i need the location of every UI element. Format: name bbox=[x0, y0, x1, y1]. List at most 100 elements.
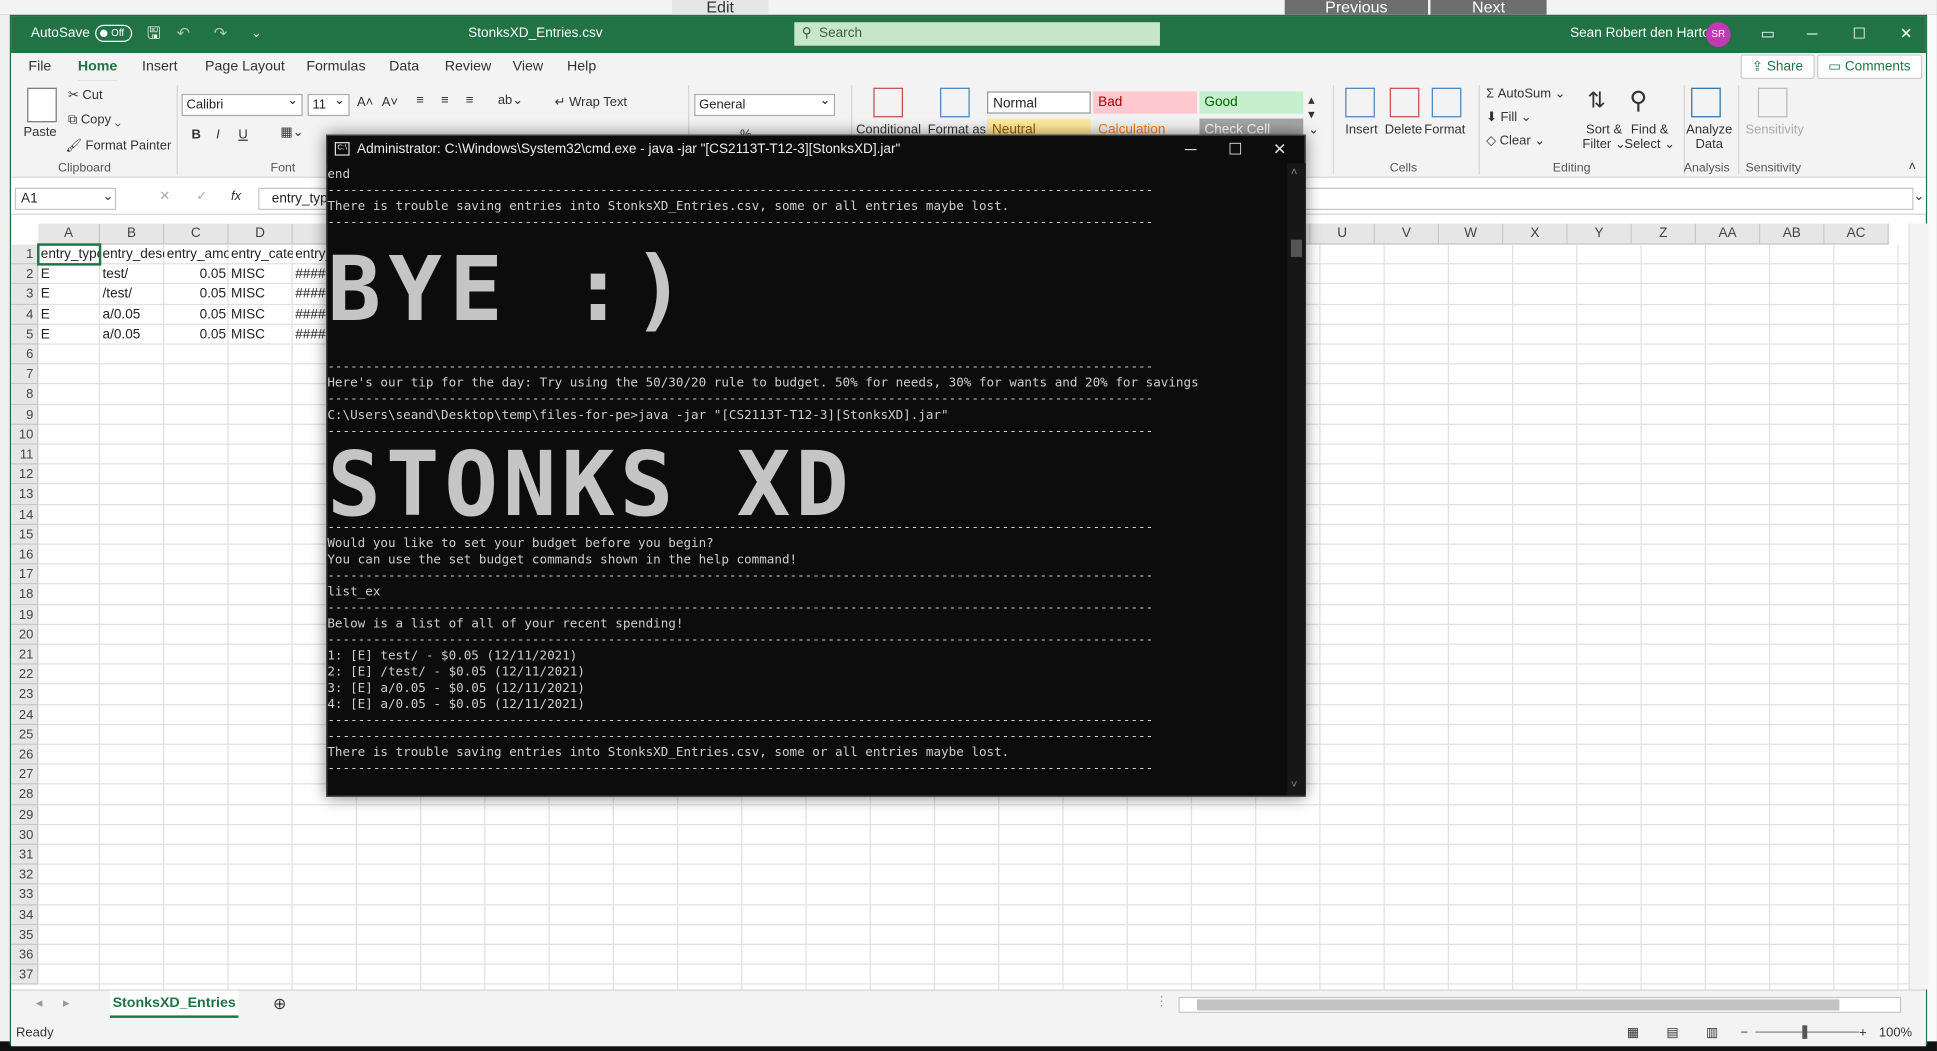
tab-page-layout[interactable]: Page Layout bbox=[205, 53, 285, 80]
customize-qat-icon[interactable]: ⌄ bbox=[251, 16, 262, 51]
tab-data[interactable]: Data bbox=[389, 53, 419, 80]
row-header-14[interactable]: 14 bbox=[11, 504, 39, 525]
cmd-scrollbar[interactable]: ˄ ˅ bbox=[1287, 163, 1306, 796]
tab-view[interactable]: View bbox=[513, 53, 544, 80]
row-header-11[interactable]: 11 bbox=[11, 444, 39, 465]
enter-icon[interactable]: ✓ bbox=[196, 189, 207, 204]
row-header-18[interactable]: 18 bbox=[11, 584, 39, 605]
normal-view-icon[interactable]: ▦ bbox=[1627, 1019, 1639, 1046]
row-header-4[interactable]: 4 bbox=[11, 304, 39, 325]
console-output[interactable]: end -------------------------------------… bbox=[327, 163, 1287, 795]
previous-button[interactable]: Previous bbox=[1284, 0, 1429, 15]
wrap-text-button[interactable]: ↵ Wrap Text bbox=[555, 95, 627, 110]
comments-button[interactable]: ▭ Comments bbox=[1817, 54, 1922, 80]
row-header-1[interactable]: 1 bbox=[11, 244, 39, 265]
column-header-d[interactable]: D bbox=[228, 223, 293, 245]
delete-cells-icon[interactable] bbox=[1389, 87, 1420, 118]
underline-button[interactable]: U bbox=[238, 127, 247, 142]
row-header-12[interactable]: 12 bbox=[11, 464, 39, 485]
column-header-ab[interactable]: AB bbox=[1760, 223, 1825, 245]
page-layout-view-icon[interactable]: ▤ bbox=[1666, 1019, 1678, 1046]
autosave-toggle[interactable]: Off bbox=[95, 24, 133, 43]
column-header-b[interactable]: B bbox=[100, 223, 165, 245]
styles-scroll-icon[interactable]: ▴ ▾ ⌄ bbox=[1308, 93, 1319, 137]
cmd-close-icon[interactable]: ✕ bbox=[1258, 136, 1302, 163]
autosum-button[interactable]: Σ AutoSum ⌄ bbox=[1486, 86, 1565, 101]
column-header-x[interactable]: X bbox=[1503, 223, 1568, 245]
collapse-ribbon-icon[interactable]: ˄ bbox=[1909, 159, 1917, 174]
sheet-tab-stonksxd-entries[interactable]: StonksXD_Entries bbox=[109, 990, 239, 1018]
cell-a4[interactable]: E bbox=[38, 305, 100, 325]
zoom-slider-thumb[interactable] bbox=[1802, 1025, 1808, 1039]
font-size-select[interactable]: 11 bbox=[307, 91, 350, 117]
format-cells-button[interactable]: Format bbox=[1424, 122, 1465, 137]
row-header-20[interactable]: 20 bbox=[11, 624, 39, 645]
row-header-10[interactable]: 10 bbox=[11, 424, 39, 445]
row-header-6[interactable]: 6 bbox=[11, 344, 39, 365]
user-avatar[interactable]: SR bbox=[1705, 22, 1731, 47]
row-header-3[interactable]: 3 bbox=[11, 284, 39, 305]
style-good[interactable]: Good bbox=[1199, 91, 1304, 114]
row-header-15[interactable]: 15 bbox=[11, 524, 39, 545]
cell-d2[interactable]: MISC bbox=[229, 265, 293, 285]
delete-cells-button[interactable]: Delete bbox=[1385, 122, 1423, 137]
cancel-icon[interactable]: ✕ bbox=[159, 189, 170, 204]
conditional-formatting-icon[interactable] bbox=[873, 87, 904, 118]
tab-home[interactable]: Home bbox=[77, 53, 118, 83]
cell-c1[interactable]: entry_amount bbox=[164, 245, 229, 265]
cmd-maximize-icon[interactable]: ☐ bbox=[1213, 136, 1257, 163]
row-header-7[interactable]: 7 bbox=[11, 364, 39, 385]
zoom-in-icon[interactable]: + bbox=[1859, 1019, 1867, 1046]
column-header-a[interactable]: A bbox=[38, 223, 101, 245]
cell-d4[interactable]: MISC bbox=[229, 305, 293, 325]
redo-icon[interactable]: ↷ bbox=[214, 16, 227, 51]
cell-c5[interactable]: 0.05 bbox=[164, 325, 228, 345]
add-sheet-icon[interactable]: ⊕ bbox=[273, 994, 286, 1014]
cell-b3[interactable]: /test/ bbox=[100, 285, 164, 305]
row-header-5[interactable]: 5 bbox=[11, 324, 39, 345]
borders-icon[interactable]: ▦⌄ bbox=[280, 125, 303, 140]
name-box-dropdown-icon[interactable]: ⌄ bbox=[103, 189, 114, 204]
insert-cells-button[interactable]: Insert bbox=[1345, 122, 1377, 137]
column-header-z[interactable]: Z bbox=[1631, 223, 1697, 245]
insert-cells-icon[interactable] bbox=[1345, 87, 1375, 118]
cut-button[interactable]: ✂ Cut bbox=[68, 88, 103, 103]
format-as-table-icon[interactable] bbox=[940, 87, 970, 118]
insert-function-button[interactable]: fx bbox=[231, 189, 241, 204]
row-header-24[interactable]: 24 bbox=[11, 704, 39, 725]
next-button[interactable]: Next bbox=[1430, 0, 1547, 15]
number-format-select[interactable]: General bbox=[694, 91, 836, 117]
tab-file[interactable]: File bbox=[28, 53, 51, 80]
column-header-ac[interactable]: AC bbox=[1824, 223, 1889, 245]
column-header-y[interactable]: Y bbox=[1567, 223, 1632, 245]
row-header-36[interactable]: 36 bbox=[11, 945, 39, 966]
row-header-21[interactable]: 21 bbox=[11, 644, 39, 665]
format-cells-icon[interactable] bbox=[1431, 87, 1462, 118]
cmd-scroll-thumb[interactable] bbox=[1290, 239, 1303, 257]
font-name-select[interactable]: Calibri bbox=[181, 91, 303, 117]
cell-c3[interactable]: 0.05 bbox=[164, 285, 228, 305]
cell-a2[interactable]: E bbox=[38, 265, 100, 285]
column-header-v[interactable]: V bbox=[1374, 223, 1440, 245]
user-name[interactable]: Sean Robert den Hartog bbox=[1570, 16, 1717, 51]
cmd-scroll-down-icon[interactable]: ˅ bbox=[1291, 778, 1298, 790]
horizontal-scrollbar[interactable] bbox=[1178, 996, 1902, 1013]
cell-c2[interactable]: 0.05 bbox=[164, 265, 228, 285]
bold-button[interactable]: B bbox=[191, 127, 200, 142]
cell-d3[interactable]: MISC bbox=[229, 285, 293, 305]
row-header-17[interactable]: 17 bbox=[11, 564, 39, 585]
italic-button[interactable]: I bbox=[216, 127, 220, 142]
style-normal[interactable]: Normal bbox=[987, 91, 1091, 114]
close-icon[interactable]: ✕ bbox=[1884, 16, 1928, 51]
paste-icon[interactable] bbox=[27, 87, 57, 123]
align-middle-icon[interactable]: ≡ bbox=[441, 93, 449, 108]
prev-sheet-icon[interactable]: ◂ bbox=[36, 996, 43, 1011]
document-title[interactable]: StonksXD_Entries.csv bbox=[468, 16, 602, 51]
format-painter-button[interactable]: 🖌 Format Painter bbox=[65, 137, 171, 153]
column-header-aa[interactable]: AA bbox=[1696, 223, 1761, 245]
cell-d5[interactable]: MISC bbox=[229, 325, 293, 345]
tab-formulas[interactable]: Formulas bbox=[306, 53, 365, 80]
tab-insert[interactable]: Insert bbox=[142, 53, 178, 80]
row-header-32[interactable]: 32 bbox=[11, 864, 39, 885]
row-header-34[interactable]: 34 bbox=[11, 904, 39, 925]
